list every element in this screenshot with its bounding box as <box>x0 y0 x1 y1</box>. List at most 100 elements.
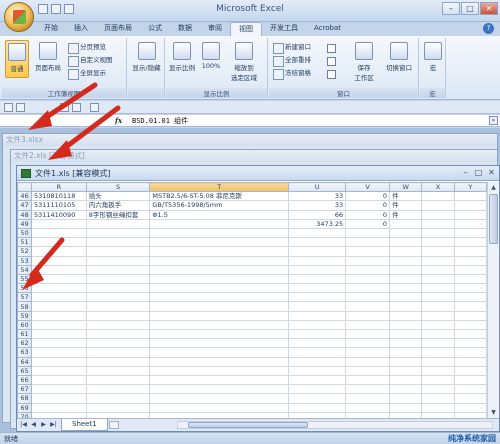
cell[interactable]: 0 <box>345 218 391 229</box>
formula-input[interactable]: BSD.01.01 组件 <box>132 116 188 126</box>
cell[interactable] <box>389 319 423 331</box>
cell[interactable] <box>345 319 391 331</box>
zoom-button[interactable]: 显示比例 <box>166 40 198 78</box>
cell[interactable] <box>149 365 289 376</box>
column-header[interactable]: V <box>345 182 391 193</box>
cell[interactable] <box>389 218 423 229</box>
cell[interactable] <box>345 227 391 239</box>
minimize-button[interactable]: – <box>442 2 460 15</box>
cell[interactable] <box>149 356 289 367</box>
cell[interactable] <box>30 283 87 294</box>
column-header[interactable]: T <box>149 182 289 193</box>
cell[interactable] <box>421 264 455 275</box>
cell[interactable] <box>345 328 391 340</box>
cell[interactable] <box>389 255 423 266</box>
cell[interactable] <box>30 237 87 248</box>
cell[interactable] <box>453 402 487 413</box>
cell[interactable] <box>453 246 487 257</box>
cell[interactable] <box>345 273 391 285</box>
cell[interactable] <box>421 365 455 376</box>
cell[interactable] <box>453 356 487 367</box>
cell[interactable] <box>149 301 289 312</box>
cell[interactable] <box>453 273 487 285</box>
select-all-corner[interactable] <box>17 182 32 193</box>
cell[interactable] <box>287 227 347 239</box>
cell[interactable] <box>85 246 151 257</box>
row-header[interactable]: 54 <box>17 264 32 275</box>
column-header[interactable]: X <box>421 182 455 193</box>
tab-3[interactable]: 公式 <box>140 22 170 36</box>
cell[interactable]: 0 <box>345 200 391 211</box>
row-header[interactable]: 62 <box>17 338 32 349</box>
cell[interactable] <box>389 374 423 386</box>
cell[interactable] <box>421 209 455 220</box>
cell[interactable] <box>85 384 151 395</box>
cell[interactable]: 66 <box>287 209 347 220</box>
sheet-tab-sheet1[interactable]: Sheet1 <box>61 419 108 431</box>
cell[interactable] <box>149 246 289 257</box>
cell[interactable] <box>149 374 289 386</box>
cell[interactable]: 件 <box>389 200 423 211</box>
cell[interactable] <box>149 319 289 331</box>
function-icon[interactable]: fx <box>115 116 125 125</box>
cell[interactable] <box>453 200 487 211</box>
cell[interactable] <box>30 273 87 285</box>
row-header[interactable]: 60 <box>17 319 32 331</box>
cell[interactable] <box>85 301 151 312</box>
cell[interactable] <box>421 218 455 229</box>
cell[interactable] <box>85 393 151 404</box>
last-sheet-icon[interactable]: ▶| <box>49 421 58 429</box>
cell[interactable] <box>453 347 487 358</box>
cell[interactable] <box>345 384 391 395</box>
cell[interactable] <box>85 319 151 331</box>
column-header[interactable]: U <box>287 182 347 193</box>
cell[interactable]: 5311110105 <box>30 200 87 211</box>
cell[interactable] <box>453 218 487 229</box>
save-icon[interactable] <box>4 103 13 112</box>
cell[interactable] <box>30 255 87 266</box>
restore-button[interactable]: □ <box>473 168 484 178</box>
cell[interactable] <box>421 319 455 331</box>
cell[interactable] <box>345 402 391 413</box>
page-layout-button[interactable]: 页面布局 <box>32 40 64 78</box>
cell[interactable] <box>453 292 487 303</box>
cell[interactable]: 3473.25 <box>287 218 347 229</box>
cell[interactable] <box>287 319 347 331</box>
cell[interactable] <box>30 347 87 358</box>
cell[interactable] <box>85 283 151 294</box>
close-button[interactable]: ✕ <box>486 168 497 178</box>
next-sheet-icon[interactable]: ▶ <box>39 421 48 429</box>
scroll-down-icon[interactable]: ▼ <box>489 408 498 417</box>
tab-0[interactable]: 开始 <box>36 22 66 36</box>
cell[interactable] <box>30 301 87 312</box>
cell[interactable] <box>421 374 455 386</box>
row-header[interactable]: 46 <box>17 191 32 202</box>
cell[interactable] <box>389 283 423 294</box>
cell[interactable] <box>453 328 487 340</box>
cell[interactable] <box>85 347 151 358</box>
cell[interactable] <box>421 200 455 211</box>
cell[interactable] <box>345 301 391 312</box>
first-sheet-icon[interactable]: |◀ <box>19 421 28 429</box>
cell[interactable] <box>287 301 347 312</box>
cell[interactable] <box>345 310 391 321</box>
cell[interactable] <box>453 338 487 349</box>
cell[interactable] <box>421 255 455 266</box>
expand-formula-bar-icon[interactable]: » <box>489 116 498 125</box>
cell[interactable] <box>287 246 347 257</box>
row-header[interactable]: 68 <box>17 393 32 404</box>
cell[interactable] <box>287 255 347 266</box>
cell[interactable] <box>85 402 151 413</box>
cell[interactable] <box>421 384 455 395</box>
freeze-panes-button[interactable]: 冻结窗格 <box>273 68 311 80</box>
tab-2[interactable]: 页面布局 <box>96 22 140 36</box>
cell[interactable] <box>453 227 487 239</box>
cell[interactable] <box>389 264 423 275</box>
maximize-button[interactable]: □ <box>461 2 479 15</box>
cell[interactable] <box>421 347 455 358</box>
cell[interactable] <box>345 264 391 275</box>
cell[interactable] <box>421 292 455 303</box>
print-preview-icon[interactable] <box>72 103 81 112</box>
cell[interactable] <box>345 338 391 349</box>
scroll-up-icon[interactable]: ▲ <box>489 183 498 192</box>
